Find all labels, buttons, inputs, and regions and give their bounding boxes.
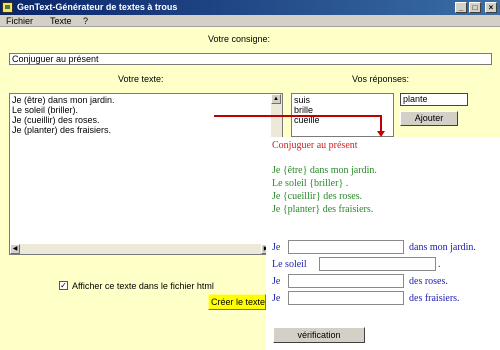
texte-textarea[interactable]: Je (être) dans mon jardin. Le soleil (br…: [9, 93, 283, 255]
consigne-label: Votre consigne:: [208, 34, 271, 44]
reponse-item[interactable]: brille: [292, 105, 393, 115]
exercise-answer-input[interactable]: [319, 257, 436, 271]
reponse-input[interactable]: plante: [400, 93, 468, 106]
ajouter-button[interactable]: Ajouter: [400, 111, 458, 126]
title-bar: GenText-Générateur de textes à trous _ □…: [0, 0, 500, 15]
menu-texte[interactable]: Texte: [50, 15, 72, 27]
scroll-up-icon[interactable]: ▲: [271, 94, 281, 104]
window-title: GenText-Générateur de textes à trous: [17, 2, 178, 12]
minimize-button[interactable]: _: [455, 2, 467, 13]
consigne-input[interactable]: Conjuguer au présent: [9, 53, 492, 65]
texte-horizontal-scrollbar[interactable]: ◀ ▶: [10, 244, 282, 254]
app-icon: [2, 2, 13, 13]
create-text-button[interactable]: Créer le texte: [208, 294, 266, 310]
html-option-checkbox[interactable]: ✓: [59, 281, 68, 290]
exercise-after: des roses.: [409, 276, 448, 287]
exercise-before: Le soleil: [272, 259, 307, 270]
texte-line: Je (planter) des fraisiers.: [12, 125, 112, 135]
scroll-left-icon[interactable]: ◀: [10, 244, 20, 254]
preview-line: Je {cueillir} des roses.: [272, 191, 363, 202]
verification-button[interactable]: vérification: [273, 327, 365, 343]
texte-line: Je (être) dans mon jardin.: [12, 95, 115, 105]
html-preview-panel: Conjuguer au présent Je {être} dans mon …: [266, 137, 500, 350]
exercise-answer-input[interactable]: [288, 240, 404, 254]
exercise-answer-input[interactable]: [288, 274, 404, 288]
exercise-answer-input[interactable]: [288, 291, 404, 305]
exercise-before: Je: [272, 276, 281, 287]
annotation-arrow-stem: [380, 115, 382, 132]
texte-label: Votre texte:: [118, 74, 164, 84]
menu-help[interactable]: ?: [83, 15, 88, 27]
exercise-before: Je: [272, 242, 281, 253]
close-button[interactable]: ×: [485, 2, 497, 13]
exercise-after: .: [438, 259, 441, 270]
preview-line: Je {planter} des fraisiers.: [272, 204, 374, 215]
html-option-label: Afficher ce texte dans le fichier html: [72, 281, 214, 291]
reponses-label: Vos réponses:: [352, 74, 410, 84]
exercise-before: Je: [272, 293, 281, 304]
preview-title: Conjuguer au présent: [272, 140, 358, 151]
reponse-item[interactable]: suis: [292, 95, 393, 105]
maximize-button[interactable]: □: [469, 2, 481, 13]
menu-fichier[interactable]: Fichier: [6, 15, 33, 27]
texte-line: Le soleil (briller).: [12, 105, 79, 115]
menu-bar: Fichier Texte ?: [0, 15, 500, 27]
annotation-arrow-line: [214, 115, 382, 117]
preview-line: Je {être} dans mon jardin.: [272, 165, 377, 176]
preview-line: Le soleil {briller} .: [272, 178, 349, 189]
exercise-after: dans mon jardin.: [409, 242, 476, 253]
exercise-after: des fraisiers.: [409, 293, 460, 304]
